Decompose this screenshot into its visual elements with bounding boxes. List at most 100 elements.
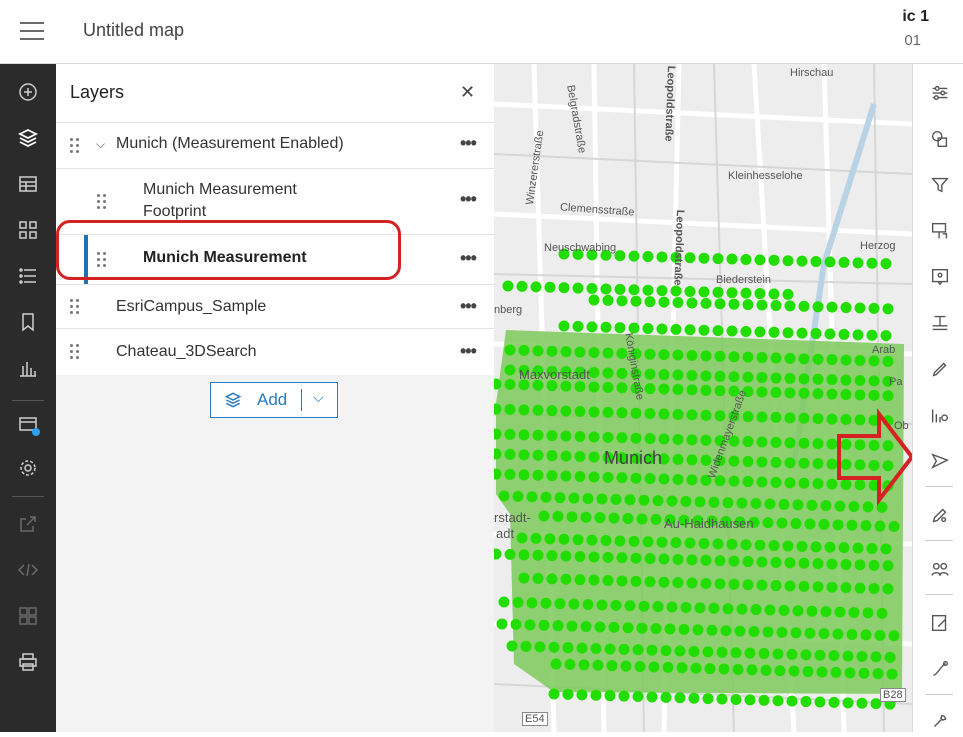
analysis-icon[interactable] [929, 558, 951, 580]
drag-handle-icon[interactable] [97, 252, 107, 268]
measurement-point [688, 692, 700, 704]
measurement-point [778, 604, 790, 616]
styles-icon[interactable] [929, 128, 951, 150]
chevron-down-icon[interactable]: ⌵ [96, 137, 105, 152]
measurement-point [560, 405, 572, 417]
layers-icon[interactable] [16, 126, 40, 150]
measurement-point [700, 434, 712, 446]
embed-icon[interactable] [16, 558, 40, 582]
drag-handle-icon[interactable] [70, 299, 80, 315]
drag-handle-icon[interactable] [70, 344, 80, 360]
measurement-point [846, 519, 858, 531]
measurement-point [586, 534, 598, 546]
measurement-point [592, 659, 604, 671]
measurement-point [882, 583, 894, 595]
measurement-point [742, 436, 754, 448]
account-name[interactable]: ic 1 [902, 8, 929, 26]
sublayer-row[interactable]: Munich Measurement Footprint ••• [56, 169, 494, 235]
map-place-label: Au-Haidhausen [664, 516, 754, 531]
measurement-point [606, 660, 618, 672]
directions-icon[interactable] [929, 450, 951, 472]
draw-icon[interactable] [929, 658, 951, 680]
table-icon[interactable] [16, 172, 40, 196]
measurement-point [782, 540, 794, 552]
sketch-icon[interactable] [929, 504, 951, 526]
list-icon[interactable] [16, 264, 40, 288]
labels-icon[interactable] [929, 312, 951, 334]
add-layer-button[interactable]: Add ⌵ [210, 382, 338, 418]
map-view[interactable]: Hirschau Belgradstraße Leopoldstraße Kle… [494, 64, 912, 732]
share-icon[interactable] [16, 512, 40, 536]
charts-icon[interactable] [16, 356, 40, 380]
map-place-label: Kleinhesselohe [728, 170, 803, 182]
measurement-point [532, 549, 544, 561]
more-options-icon[interactable]: ••• [460, 341, 477, 362]
measurement-point [686, 384, 698, 396]
measurement-point [886, 668, 898, 680]
more-options-icon[interactable]: ••• [460, 133, 477, 154]
measurement-point [840, 479, 852, 490]
drag-handle-icon[interactable] [70, 138, 80, 154]
map-place-label: Maxvorstadt [519, 367, 590, 382]
measure-icon[interactable] [929, 404, 951, 426]
measurement-point [812, 301, 824, 313]
measurement-point [684, 537, 696, 549]
measurement-point [840, 459, 852, 470]
apps-icon[interactable] [16, 604, 40, 628]
sublayer-row-selected[interactable]: Munich Measurement ••• [56, 235, 494, 285]
measurement-point [840, 439, 852, 450]
measurement-point [702, 693, 714, 705]
measurement-point [868, 439, 880, 451]
drag-handle-icon[interactable] [97, 194, 107, 210]
print-icon[interactable] [16, 650, 40, 674]
more-options-icon[interactable]: ••• [460, 189, 477, 210]
measurement-point [544, 533, 556, 545]
chevron-down-icon[interactable]: ⌵ [313, 389, 324, 406]
measurement-point [812, 388, 824, 400]
measurement-point [838, 542, 850, 554]
measurement-point [674, 692, 686, 704]
more-options-icon[interactable]: ••• [460, 248, 477, 269]
measurement-point [550, 658, 562, 670]
measurement-point [728, 371, 740, 383]
more-options-icon[interactable]: ••• [460, 296, 477, 317]
measurement-point [768, 288, 780, 300]
measurement-point [532, 572, 544, 584]
layer-row[interactable]: Chateau_3DSearch ••• [56, 329, 494, 375]
add-icon[interactable] [16, 80, 40, 104]
measurement-point [744, 647, 756, 659]
measurement-point [586, 321, 598, 333]
layer-group-row[interactable]: ⌵ Munich (Measurement Enabled) ••• [56, 123, 494, 169]
tools-icon[interactable] [929, 710, 951, 732]
measurement-point [644, 473, 656, 485]
measurement-point [740, 325, 752, 337]
filter-icon[interactable] [929, 174, 951, 196]
measurement-point [686, 349, 698, 361]
legend-icon[interactable] [16, 218, 40, 242]
measurement-point [840, 389, 852, 400]
measurement-point [826, 388, 838, 400]
measurement-point [746, 664, 758, 676]
bookmark-icon[interactable] [16, 310, 40, 334]
measurement-point [574, 574, 586, 586]
measurement-point [722, 497, 734, 509]
measurement-point [818, 518, 830, 530]
close-icon[interactable]: ✕ [460, 83, 475, 101]
measurement-point [774, 665, 786, 677]
properties-icon[interactable] [929, 82, 951, 104]
measurement-point [856, 697, 868, 709]
measurement-point [784, 580, 796, 592]
map-title[interactable]: Untitled map [83, 20, 184, 41]
menu-icon[interactable] [20, 22, 44, 40]
measurement-point [882, 390, 894, 402]
effects-icon[interactable] [929, 220, 951, 242]
edit-icon[interactable] [929, 358, 951, 380]
notes-icon[interactable] [929, 612, 951, 634]
layer-row[interactable]: EsriCampus_Sample ••• [56, 285, 494, 329]
measurement-point [820, 606, 832, 618]
measurement-point [728, 475, 740, 487]
measurement-point [574, 451, 586, 463]
measurement-point [776, 626, 788, 638]
pop-ups-icon[interactable] [929, 266, 951, 288]
settings-icon[interactable] [16, 456, 40, 480]
